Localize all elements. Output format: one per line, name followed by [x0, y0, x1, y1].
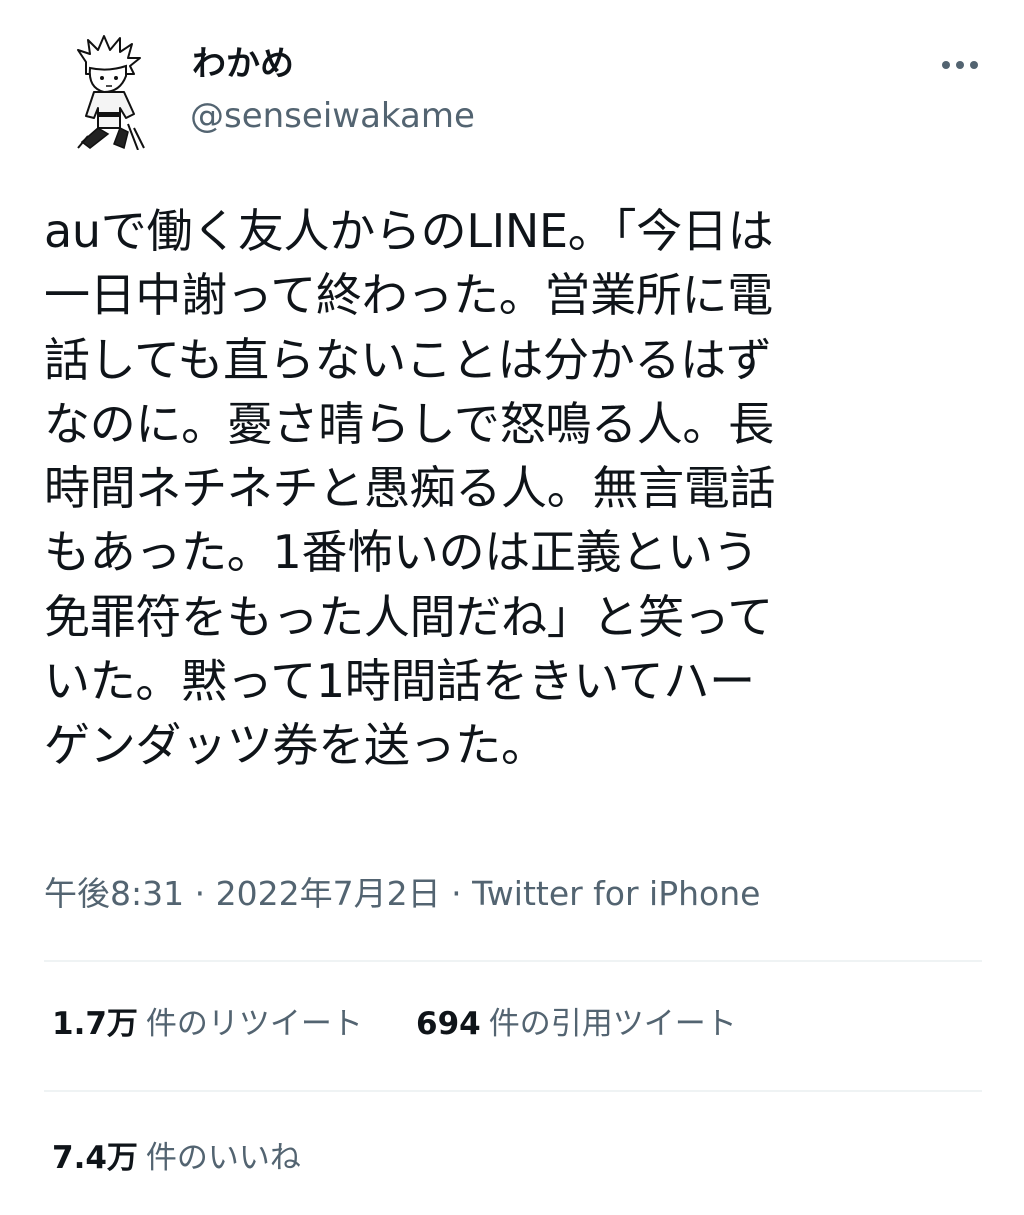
tweet-text-line: 免罪符をもった人間だね」と笑って [44, 589, 773, 644]
likes-stats: 7.4万 件のいいね [52, 1134, 301, 1187]
tweet-text-line: ゲンダッツ券を送った。 [44, 718, 547, 773]
tweet-text-line: もあった。1番怖いのは正義という [44, 525, 759, 580]
more-options-button[interactable] [938, 50, 982, 80]
tweet-text-line: いた。黙って1時間話をきいてハー [44, 654, 755, 709]
tweet-text-line: 一日中謝って終わった。営業所に電 [44, 268, 773, 323]
tweet-text-line: 話しても直らないことは分かるはず [44, 332, 772, 387]
tweet-text-line: なのに。憂さ晴らしで怒鳴る人。長 [44, 396, 774, 451]
quotes-label: 件の引用ツイート [488, 1006, 737, 1042]
divider [44, 1090, 982, 1092]
tweet-source[interactable]: Twitter for iPhone [472, 874, 760, 913]
likes-label: 件のいいね [145, 1140, 301, 1176]
display-name[interactable]: わかめ [192, 40, 294, 88]
likes-stat[interactable]: 7.4万 件のいいね [52, 1134, 301, 1187]
tweet-text-line: auで働く友人からのLINE。「今日は [44, 204, 774, 258]
retweets-label: 件のリツイート [145, 1006, 363, 1042]
tweet-date[interactable]: 2022年7月2日 [216, 874, 441, 913]
meta-separator: · [451, 874, 462, 913]
tweet-text-line: 時間ネチネチと愚痴る人。無言電話 [44, 461, 776, 516]
quotes-stat[interactable]: 694 件の引用ツイート [416, 1000, 737, 1053]
quotes-count: 694 [416, 1006, 481, 1042]
tweet-time[interactable]: 午後8:31 [44, 874, 184, 913]
retweets-count: 1.7万 [52, 1006, 138, 1042]
retweet-quote-stats: 1.7万 件のリツイート 694 件の引用ツイート [52, 1000, 737, 1053]
tweet-text: auで働く友人からのLINE。「今日は 一日中謝って終わった。営業所に電 話して… [44, 199, 980, 778]
avatar[interactable] [64, 32, 156, 151]
user-handle[interactable]: @senseiwakame [190, 92, 475, 140]
divider [44, 960, 982, 962]
tweet-metadata: 午後8:31 · 2022年7月2日 · Twitter for iPhone [44, 870, 760, 918]
more-options-icon [942, 61, 978, 69]
manga-character-avatar-icon [77, 35, 145, 151]
meta-separator: · [194, 874, 206, 913]
likes-count: 7.4万 [52, 1140, 138, 1176]
tweet-header: わかめ @senseiwakame [0, 0, 1024, 170]
retweets-stat[interactable]: 1.7万 件のリツイート [52, 1000, 363, 1053]
